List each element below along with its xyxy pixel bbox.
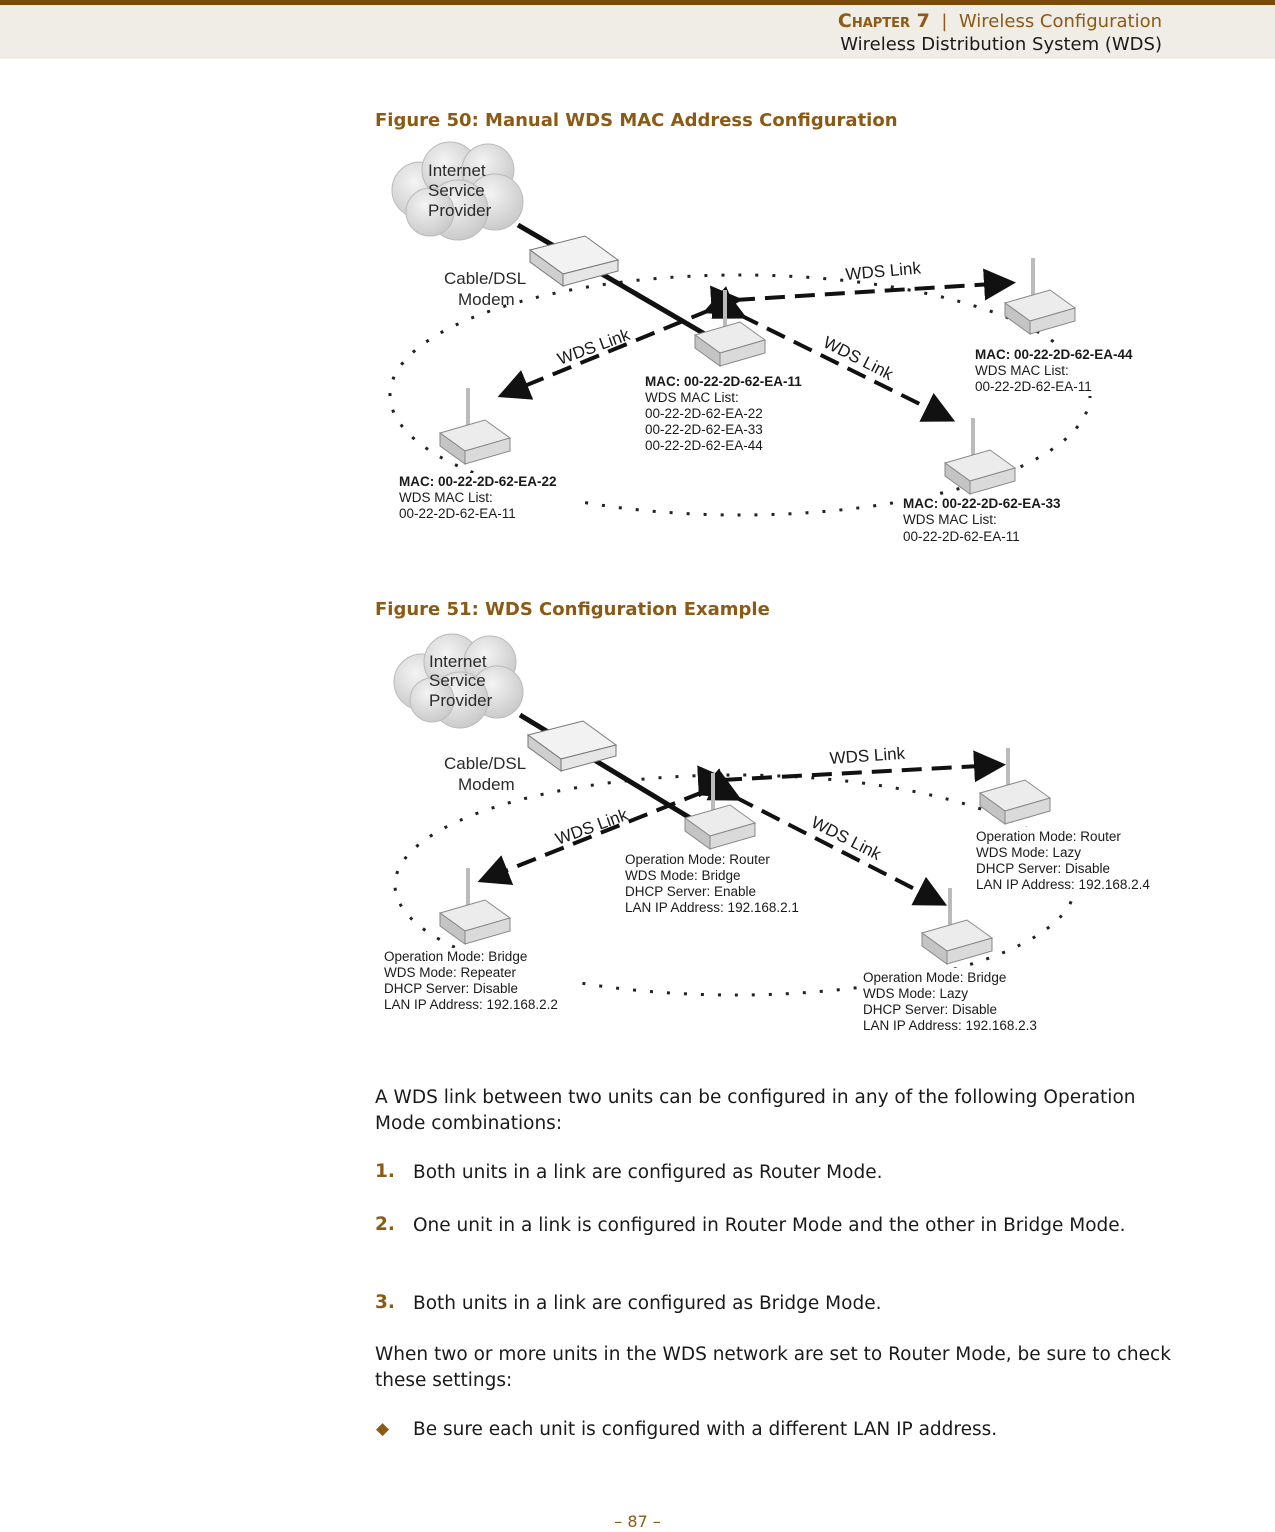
right-top-wds-mode: WDS Mode: Lazy [976,845,1081,860]
center-mac: MAC: 00-22-2D-62-EA-11 [645,374,802,389]
list-item: Both units in a link are configured as R… [413,1162,883,1183]
center-operation-mode: Operation Mode: Router [625,852,770,867]
left-dhcp-server: DHCP Server: Disable [384,981,518,996]
modem-label-line1: Cable/DSL [444,754,526,773]
access-point-icon-left [438,388,512,465]
right-bottom-operation-mode: Operation Mode: Bridge [863,970,1006,985]
chapter-title: Wireless Configuration [958,11,1162,32]
right-bottom-list-item: 00-22-2D-62-EA-11 [903,529,1020,544]
right-bottom-wds-mode: WDS Mode: Lazy [863,986,968,1001]
section-title: Wireless Distribution System (WDS) [840,34,1162,55]
wds-link-top [697,750,1006,798]
diamond-bullet-icon: ◆ [376,1419,390,1439]
header-separator: | [941,11,948,32]
page-number: – 87 – [614,1512,661,1531]
list-item: One unit in a link is configured in Rout… [413,1215,1126,1236]
right-top-list-item: 00-22-2D-62-EA-11 [975,379,1092,394]
intro-paragraph: A WDS link between two units can be conf… [375,1087,1136,1134]
center-list-item: 00-22-2D-62-EA-44 [645,438,763,453]
right-top-mac: MAC: 00-22-2D-62-EA-44 [975,347,1133,362]
figure-51-title: Figure 51: WDS Configuration Example [375,599,770,620]
center-dhcp-server: DHCP Server: Enable [625,884,756,899]
wds-link-label-left: WDS Link [555,325,633,369]
list-number: 3. [375,1292,395,1313]
access-point-icon-left [438,868,512,945]
list-number: 2. [375,1214,395,1235]
right-top-lan-ip: LAN IP Address: 192.168.2.4 [976,877,1150,892]
left-wds-mode: WDS Mode: Repeater [384,965,517,980]
center-list-item: 00-22-2D-62-EA-22 [645,406,763,421]
right-top-list-label: WDS MAC List: [975,363,1069,378]
wds-link-label-left: WDS Link [553,805,631,849]
isp-label-line1: Internet [429,652,487,671]
access-point-icon-right-top [978,748,1052,825]
note-paragraph: When two or more units in the WDS networ… [375,1344,1171,1391]
page-header: Chapter 7 | Wireless Configuration Wirel… [0,5,1275,59]
chapter-label: Chapter 7 [837,10,930,32]
wds-link-label-top: WDS Link [845,258,922,284]
wds-link-top [710,268,1016,318]
left-list-item: 00-22-2D-62-EA-11 [399,506,516,521]
figure-51-diagram: Internet Service Provider Cable/DSL Mode… [370,630,1170,1040]
isp-label-line3: Provider [428,201,492,220]
access-point-icon-center [683,773,757,850]
right-top-dhcp-server: DHCP Server: Disable [976,861,1110,876]
modem-label-line2: Modem [458,290,515,309]
wired-cable [516,222,717,343]
left-operation-mode: Operation Mode: Bridge [384,949,527,964]
modem-label-line1: Cable/DSL [444,269,526,288]
center-list-item: 00-22-2D-62-EA-33 [645,422,763,437]
center-lan-ip: LAN IP Address: 192.168.2.1 [625,900,799,915]
isp-label-line3: Provider [429,691,493,710]
left-mac: MAC: 00-22-2D-62-EA-22 [399,474,557,489]
right-bottom-mac: MAC: 00-22-2D-62-EA-33 [903,496,1061,511]
center-list-label: WDS MAC List: [645,390,739,405]
figure-50-title: Figure 50: Manual WDS MAC Address Config… [375,110,898,131]
chapter-heading: Chapter 7 | Wireless Configuration [838,10,1162,32]
center-wds-mode: WDS Mode: Bridge [625,868,741,883]
isp-label-line2: Service [428,181,485,200]
right-bottom-list-label: WDS MAC List: [903,512,997,527]
right-top-operation-mode: Operation Mode: Router [976,829,1121,844]
bullet-item: Be sure each unit is configured with a d… [413,1419,998,1440]
list-number: 1. [375,1161,395,1182]
access-point-icon-right-bottom [943,418,1017,495]
access-point-icon-right-top [1003,258,1077,335]
modem-label-line2: Modem [458,775,515,794]
list-item: Both units in a link are configured as B… [413,1293,882,1314]
access-point-icon-center [693,290,767,367]
left-list-label: WDS MAC List: [399,490,493,505]
right-bottom-dhcp-server: DHCP Server: Disable [863,1002,997,1017]
left-lan-ip: LAN IP Address: 192.168.2.2 [384,997,558,1012]
wds-link-label-top: WDS Link [829,744,906,768]
right-bottom-lan-ip: LAN IP Address: 192.168.2.3 [863,1018,1037,1033]
isp-label-line2: Service [429,671,486,690]
isp-label-line1: Internet [428,161,486,180]
figure-50-diagram: Internet Service Provider Cable/DSL Mode… [370,140,1170,560]
